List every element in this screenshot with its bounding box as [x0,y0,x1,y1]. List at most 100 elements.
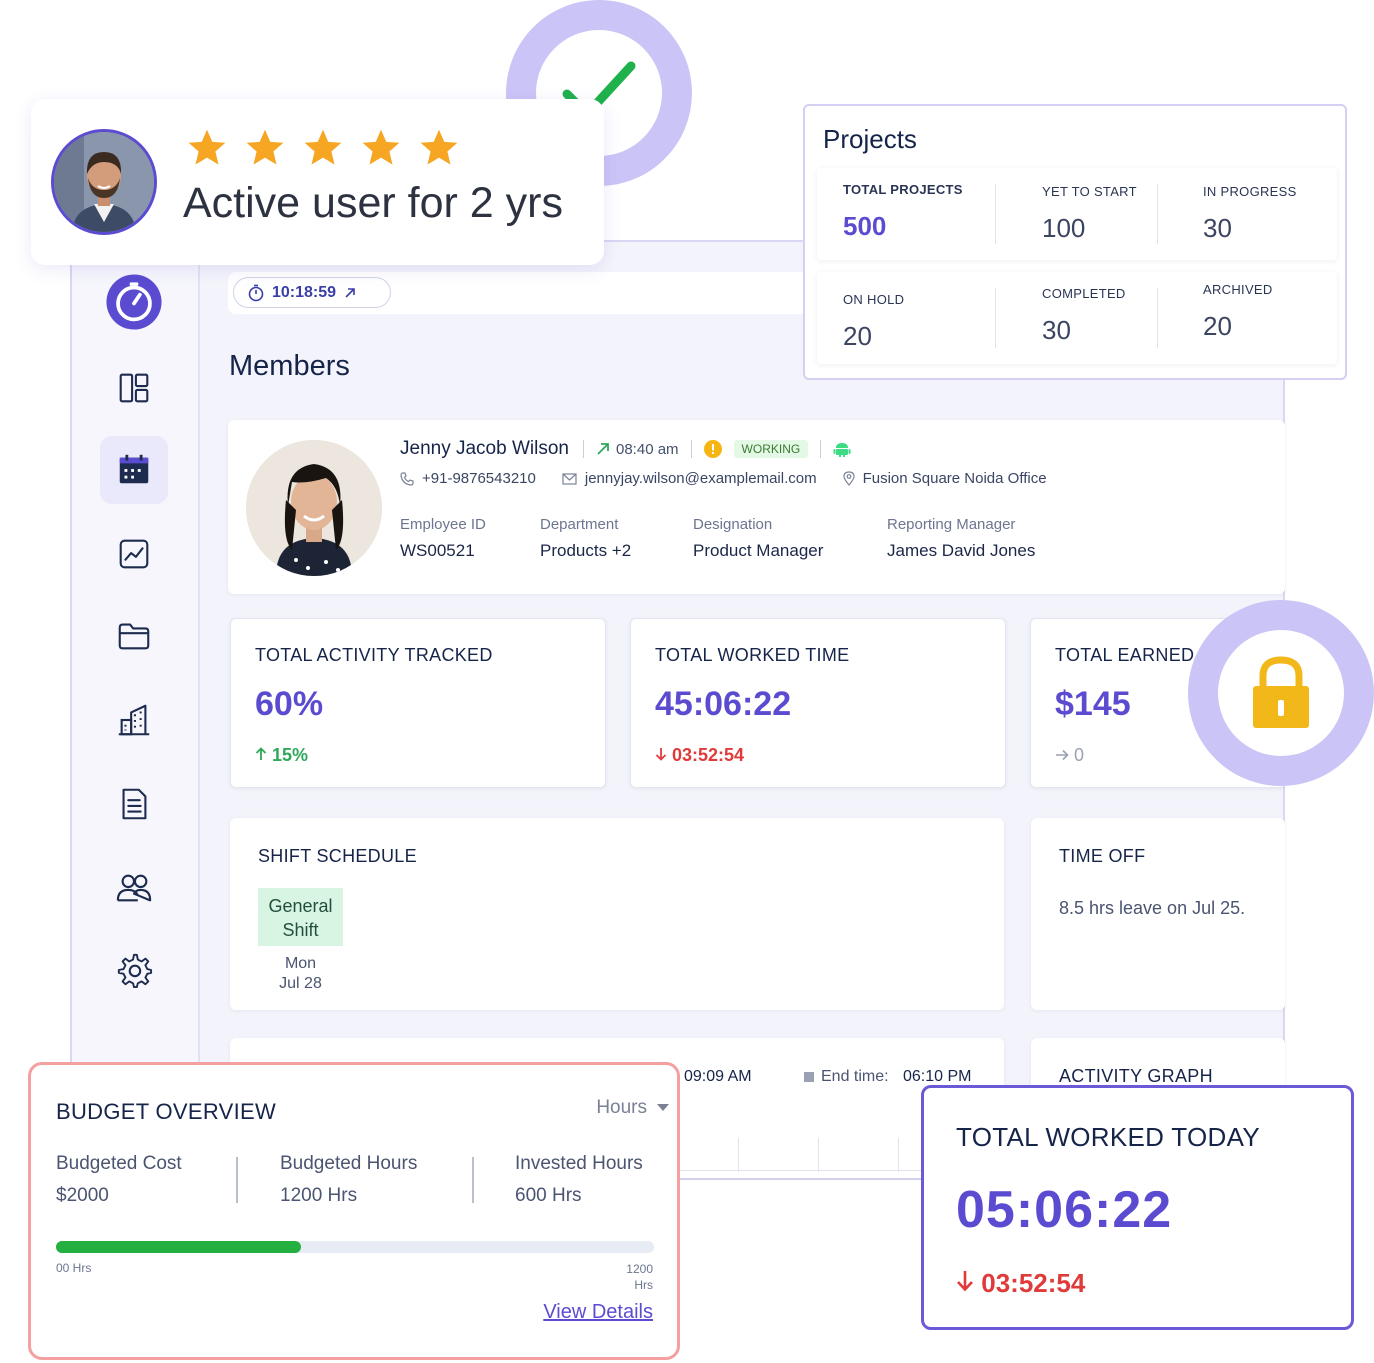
shift-schedule-card: SHIFT SCHEDULE General Shift Mon Jul 28 [230,818,1004,1010]
shift-day-name: Mon [284,955,317,972]
unit-select[interactable]: Hours [596,1097,669,1119]
building-icon[interactable] [100,686,168,754]
unit-select-value: Hours [596,1097,647,1118]
member-name: Jenny Jacob Wilson [400,438,569,459]
budget-progress-track [56,1241,654,1253]
stat-delta-value: 15% [272,745,309,765]
document-icon[interactable] [100,770,168,838]
folder-icon[interactable] [100,602,168,670]
today-delta-value: 03:52:54 [981,1268,1086,1298]
stat-title: TOTAL ACTIVITY TRACKED [255,645,493,665]
project-stat-label: YET TO START [1042,184,1137,199]
divider [995,288,996,348]
warning-icon [703,440,722,458]
star-icon [246,129,284,165]
calendar-icon[interactable] [100,436,168,504]
total-worked-today-card: TOTAL WORKED TODAY 05:06:22 03:52:54 [921,1085,1354,1330]
reporting-manager: Reporting Manager James David Jones [887,516,1035,561]
arrow-down-icon [957,1271,973,1292]
active-user-card: Active user for 2 yrs [31,99,604,265]
star-icon [188,129,226,165]
budget-progress-fill [56,1241,302,1253]
start-time: 09:09 AM [684,1068,752,1085]
users-icon[interactable] [100,854,168,922]
department: Department Products +2 [540,516,631,561]
progress-max-value: 1200 [626,1262,653,1276]
budget-label: Invested Hours [515,1153,643,1174]
progress-min-label: 00 Hrs [56,1261,92,1275]
projects-row: ON HOLD 20 COMPLETED 30 ARCHIVED 20 [817,272,1337,364]
end-time-marker [804,1072,814,1082]
stat-delta: 15% [255,745,308,766]
page-title: Members [229,350,350,382]
today-title: TOTAL WORKED TODAY [956,1122,1260,1152]
progress-max-label: 1200 Hrs [626,1261,653,1293]
today-value: 05:06:22 [956,1181,1173,1239]
project-stat-on-hold: ON HOLD 20 [843,292,904,384]
caret-down-icon [657,1104,669,1111]
today-delta: 03:52:54 [956,1268,1085,1299]
project-stat-value: 20 [1203,311,1232,341]
timer-icon[interactable] [100,268,168,336]
project-stat-archived: ARCHIVED 20 [1203,282,1273,374]
chart-icon[interactable] [100,520,168,588]
project-stat-label: TOTAL PROJECTS [843,182,963,197]
stat-value: $145 [1055,685,1131,723]
arrow-up-right-icon [597,443,609,455]
project-stat-label: IN PROGRESS [1203,184,1297,199]
end-time: 06:10 PM [903,1068,972,1085]
star-rating [186,127,460,169]
shift-day-date: Jul 28 [279,975,322,992]
email[interactable]: jennyjay.wilson@examplemail.com [562,470,817,487]
timeline-tick [898,1138,899,1172]
field-label: Department [540,516,619,533]
time-off-text: 8.5 hrs leave on Jul 25. [1059,898,1246,918]
project-stat-value: 30 [1203,213,1232,243]
active-user-text: Active user for 2 yrs [183,179,563,227]
avatar [51,129,157,235]
stat-delta: 0 [1055,745,1084,766]
project-stat-value: 30 [1042,315,1071,345]
budget-value: $2000 [56,1185,109,1206]
clock-in: 08:40 am [596,441,679,458]
field-value: WS00521 [400,541,475,560]
clock-in-time: 08:40 am [616,440,679,458]
arrow-up-icon [255,747,267,760]
stat-delta: 03:52:54 [655,745,744,766]
android-icon [833,443,851,457]
budgeted-cost: Budgeted Cost $2000 [56,1153,182,1207]
shift-chip[interactable]: General Shift [258,888,343,946]
projects-row: TOTAL PROJECTS 500 YET TO START 100 IN P… [817,168,1337,260]
shift-date: Mon Jul 28 [258,954,343,994]
budgeted-hours: Budgeted Hours 1200 Hrs [280,1153,417,1207]
section-title: SHIFT SCHEDULE [258,846,417,866]
member-contact-row: +91-9876543210 jennyjay.wilson@examplema… [400,470,1047,487]
stat-delta-value: 0 [1074,745,1085,765]
field-value: James David Jones [887,541,1036,560]
sidebar [72,242,200,1178]
divider [1157,288,1158,348]
invested-hours: Invested Hours 600 Hrs [515,1153,643,1207]
phone-number: +91-9876543210 [422,470,536,487]
budget-value: 1200 Hrs [280,1185,358,1206]
dashboard-icon[interactable] [100,354,168,422]
section-title: ACTIVITY GRAPH [1059,1066,1213,1086]
budget-title: BUDGET OVERVIEW [56,1099,277,1124]
arrow-down-icon [655,748,667,761]
stat-value: 60% [255,685,324,723]
project-stat-total: TOTAL PROJECTS 500 [843,182,963,274]
view-details-link[interactable]: View Details [543,1301,653,1324]
budget-overview-card: BUDGET OVERVIEW Hours Budgeted Cost $200… [28,1062,680,1360]
divider [236,1157,238,1203]
project-stat-label: ARCHIVED [1203,282,1273,297]
divider [690,440,692,458]
section-title: TIME OFF [1059,846,1146,866]
stopwatch-icon [248,284,264,301]
field-label: Employee ID [400,516,486,533]
projects-card: Projects TOTAL PROJECTS 500 YET TO START… [803,104,1347,380]
avatar [246,440,382,576]
phone-icon [400,471,414,486]
timer-pill[interactable]: 10:18:59 [233,277,391,308]
divider [1157,184,1158,244]
settings-icon[interactable] [100,936,168,1004]
